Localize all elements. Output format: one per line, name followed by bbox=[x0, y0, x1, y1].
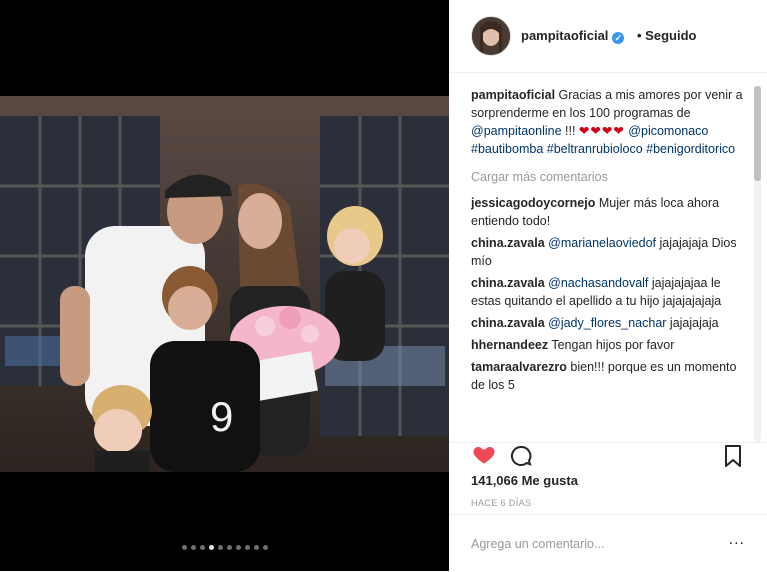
comment-button[interactable] bbox=[509, 444, 533, 473]
verified-badge-icon: ✓ bbox=[612, 32, 625, 44]
caption-tag[interactable]: #beltranrubioloco bbox=[547, 142, 643, 156]
post-side-panel: pampitaoficial ✓ • Seguido pampitaoficial… bbox=[449, 0, 767, 571]
caption-tag[interactable]: #bautibomba bbox=[471, 142, 543, 156]
comment-item: hhernandeez Tengan hijos por favor bbox=[471, 336, 743, 354]
carousel-dot[interactable] bbox=[262, 545, 268, 550]
family-photo-image: 9 bbox=[0, 96, 449, 472]
caption-tag[interactable]: @picomonaco bbox=[628, 124, 708, 138]
add-comment-bar: Agrega un comentario... ... bbox=[449, 514, 767, 572]
carousel-dot[interactable] bbox=[226, 545, 232, 550]
comment-item: china.zavala @jady_flores_nachar jajajaj… bbox=[471, 314, 743, 332]
carousel-dot[interactable] bbox=[181, 545, 187, 550]
carousel-dot[interactable] bbox=[235, 545, 241, 550]
comment-item: jessicagodoycornejo Mujer más loca ahora… bbox=[471, 194, 743, 230]
caption-tag[interactable]: #benigorditorico bbox=[646, 142, 735, 156]
post-timestamp[interactable]: HACE 6 DÍAS bbox=[471, 498, 531, 508]
comment-mention[interactable]: @jady_flores_nachar bbox=[548, 316, 666, 330]
load-more-comments-button[interactable]: Cargar más comentarios bbox=[471, 168, 743, 186]
carousel-dot[interactable] bbox=[190, 545, 196, 550]
caption-exclamation: !!! bbox=[561, 124, 579, 138]
post-header: pampitaoficial ✓ • Seguido bbox=[449, 0, 767, 73]
scrollbar-thumb[interactable] bbox=[754, 86, 761, 181]
comment-username[interactable]: china.zavala bbox=[471, 276, 545, 290]
comment-username[interactable]: hhernandeez bbox=[471, 338, 548, 352]
post-media: 9 bbox=[0, 0, 449, 571]
comments-list: pampitaoficial Gracias a mis amores por … bbox=[471, 86, 743, 441]
follow-status-label: Seguido bbox=[645, 28, 697, 43]
comment-mention[interactable]: @nachasandovalf bbox=[548, 276, 648, 290]
comment-username[interactable]: tamaraalvarezro bbox=[471, 360, 567, 374]
comments-scrollbar[interactable] bbox=[754, 86, 761, 442]
caption-mention[interactable]: @pampitaonline bbox=[471, 124, 562, 138]
comment-item: china.zavala @nachasandovalf jajajajajaa… bbox=[471, 274, 743, 310]
username-link[interactable]: pampitaoficial ✓ bbox=[521, 28, 625, 44]
comment-username[interactable]: china.zavala bbox=[471, 316, 545, 330]
comment-item: tamaraalvarezro bien!!! porque es un mom… bbox=[471, 358, 743, 394]
follow-status-button[interactable]: • Seguido bbox=[637, 28, 696, 43]
more-options-icon[interactable]: ... bbox=[729, 531, 745, 549]
comment-text: Tengan hijos por favor bbox=[551, 338, 675, 352]
carousel-dot[interactable] bbox=[244, 545, 250, 550]
username-text: pampitaoficial bbox=[521, 28, 609, 43]
add-comment-input[interactable]: Agrega un comentario... bbox=[471, 537, 604, 551]
instagram-post-modal: 9 pampitaoficial ✓ • Seguido pampitaofic… bbox=[0, 0, 767, 571]
save-button[interactable] bbox=[723, 444, 743, 473]
svg-text:9: 9 bbox=[210, 393, 233, 440]
heart-icon bbox=[473, 447, 495, 464]
comment-username[interactable]: jessicagodoycornejo bbox=[471, 196, 595, 210]
bookmark-icon bbox=[725, 445, 741, 467]
carousel-indicator bbox=[0, 545, 449, 550]
profile-picture-icon bbox=[472, 17, 510, 55]
carousel-dot[interactable] bbox=[208, 545, 214, 550]
caption-username[interactable]: pampitaoficial bbox=[471, 88, 555, 102]
likes-count[interactable]: 141,066 Me gusta bbox=[471, 473, 578, 488]
comment-username[interactable]: china.zavala bbox=[471, 236, 545, 250]
carousel-dot[interactable] bbox=[253, 545, 259, 550]
comment-text: jajajajaja bbox=[666, 316, 719, 330]
caption: pampitaoficial Gracias a mis amores por … bbox=[471, 86, 743, 158]
like-button[interactable] bbox=[471, 443, 497, 472]
carousel-dot[interactable] bbox=[199, 545, 205, 550]
comment-mention[interactable]: @marianelaoviedof bbox=[548, 236, 656, 250]
hearts-emoji-icon: ❤❤❤❤ bbox=[578, 124, 625, 138]
post-photo[interactable]: 9 bbox=[0, 96, 449, 472]
carousel-dot[interactable] bbox=[217, 545, 223, 550]
comment-item: china.zavala @marianelaoviedof jajajajaj… bbox=[471, 234, 743, 270]
comment-bubble-icon bbox=[510, 445, 532, 466]
avatar[interactable] bbox=[471, 16, 511, 56]
separator-dot: • bbox=[637, 28, 646, 43]
